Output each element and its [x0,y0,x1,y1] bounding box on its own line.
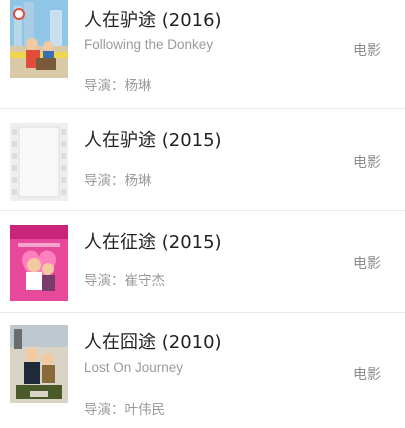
movie-poster[interactable] [10,123,68,201]
result-item[interactable]: 人在征途 (2015) 导演：崔守杰 电影 [0,211,405,312]
movie-type-label: 电影 [353,367,381,383]
result-item[interactable]: 人在囧途 (2010) Lost On Journey 导演：叶伟民 电影 [0,313,405,428]
film-placeholder-icon [10,123,68,201]
movie-director: 导演：崔守杰 [84,273,165,289]
movie-title[interactable]: 人在驴途 (2015) [84,126,222,152]
poster-image [10,325,68,403]
movie-title[interactable]: 人在征途 (2015) [84,228,222,254]
movie-poster[interactable] [10,225,68,301]
movie-type-label: 电影 [353,155,381,171]
movie-director: 导演：杨琳 [84,78,152,94]
result-item[interactable]: 人在驴途 (2016) Following the Donkey 导演：杨琳 电… [0,0,405,108]
movie-director: 导演：杨琳 [84,173,152,189]
movie-poster[interactable] [10,0,68,78]
movie-title[interactable]: 人在驴途 (2016) [84,6,222,32]
movie-english-title: Following the Donkey [84,37,214,52]
movie-type-label: 电影 [353,43,381,59]
movie-poster[interactable] [10,325,68,403]
movie-english-title: Lost On Journey [84,360,184,375]
movie-title[interactable]: 人在囧途 (2010) [84,328,222,354]
poster-image [10,225,68,301]
movie-type-label: 电影 [353,256,381,272]
result-item[interactable]: 人在驴途 (2015) 导演：杨琳 电影 [0,109,405,210]
poster-image [10,0,68,78]
movie-director: 导演：叶伟民 [84,402,165,418]
